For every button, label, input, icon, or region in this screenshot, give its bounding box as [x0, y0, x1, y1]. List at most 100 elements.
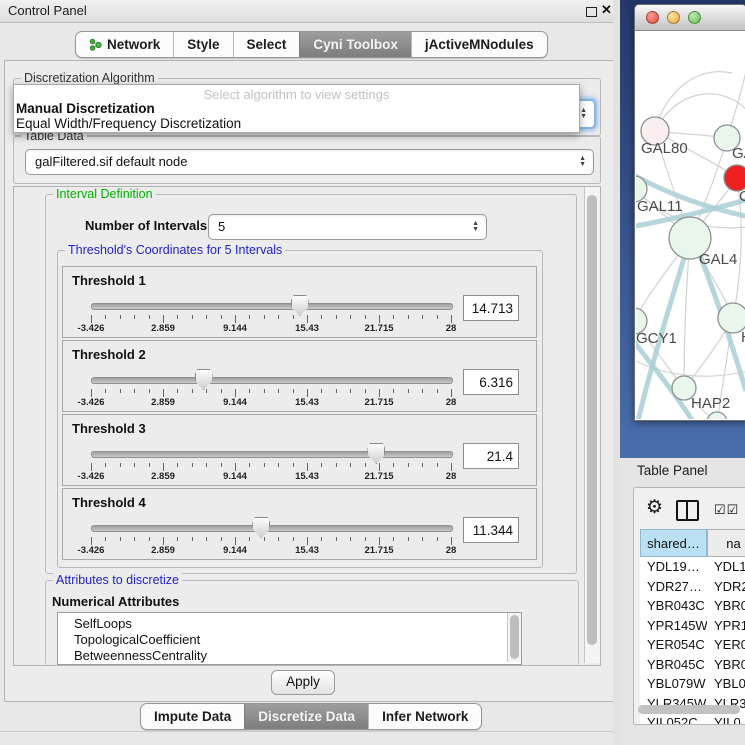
threshold-label: Threshold 4	[72, 495, 146, 510]
threshold-panel-2: Threshold 2 -3.4262.8599.14415.4321.71528…	[62, 340, 537, 412]
checked-box-icons[interactable]: ☑☑	[714, 502, 739, 518]
combo-stepper-icon: ▲▼	[472, 215, 479, 239]
tab-label: Discretize Data	[258, 709, 355, 724]
algorithm-group-title: Discretization Algorithm	[21, 71, 158, 85]
tab-infer-network[interactable]: Infer Network	[368, 704, 481, 729]
slider-track[interactable]	[91, 525, 453, 532]
threshold-value-field[interactable]: 21.4	[463, 443, 519, 469]
panel-title: Control Panel	[8, 3, 87, 18]
table-cell: YPR145W	[640, 616, 707, 636]
tab-label: Cyni Toolbox	[313, 37, 398, 52]
node-partial-right-label: H	[741, 329, 745, 346]
network-window-titlebar[interactable]	[635, 5, 745, 31]
slider-tick-labels: -3.4262.8599.14415.4321.71528	[91, 545, 451, 557]
float-window-icon[interactable]	[586, 7, 597, 17]
apply-button[interactable]: Apply	[271, 670, 335, 695]
table-cell: YER0	[707, 635, 745, 655]
threshold-label: Threshold 2	[72, 347, 146, 362]
tab-label: Infer Network	[382, 709, 468, 724]
tab-label: Select	[247, 37, 287, 52]
list-scrollbar[interactable]	[507, 613, 521, 662]
table-panel: ⚙ ☑☑ shared…naYDL19…YDL1YDR27…YDR2YBR043…	[633, 487, 745, 725]
column-header[interactable]: shared…	[640, 529, 707, 557]
tab-select[interactable]: Select	[233, 32, 300, 57]
attributes-group-title: Attributes to discretize	[53, 573, 182, 587]
tab-style[interactable]: Style	[173, 32, 232, 57]
numerical-attributes-list[interactable]: SelfLoopsTopologicalCoefficientBetweenne…	[57, 612, 522, 665]
number-of-intervals-value: 5	[218, 219, 225, 234]
table-panel-title: Table Panel	[637, 463, 708, 478]
gear-icon[interactable]: ⚙	[646, 496, 663, 519]
table-row[interactable]: YBR045CYBR0	[640, 655, 745, 675]
slider-thumb[interactable]	[367, 443, 385, 464]
vertical-scrollbar[interactable]	[584, 187, 600, 663]
zoom-traffic-light-icon[interactable]	[688, 11, 701, 24]
tab-label: jActiveMNodules	[425, 37, 534, 52]
interval-definition-title: Interval Definition	[53, 187, 156, 201]
number-of-intervals-label: Number of Intervals	[85, 218, 207, 233]
threshold-panel-4: Threshold 4 -3.4262.8599.14415.4321.71528…	[62, 488, 537, 560]
network-canvas[interactable]: GAL80GACGAL11GAL4GCY1HHAP2	[636, 31, 745, 419]
table-data-combo[interactable]: galFiltered.sif default node ▲▼	[25, 149, 594, 175]
slider-thumb[interactable]	[195, 369, 213, 390]
node-gal4-label: GAL4	[699, 251, 737, 268]
attribute-item[interactable]: TopologicalCoefficient	[58, 632, 521, 648]
threshold-label: Threshold 1	[72, 273, 146, 288]
table-cell: YBL0	[707, 674, 745, 694]
table-cell: YDL19…	[640, 557, 707, 577]
table-data-combo-value: galFiltered.sif default node	[35, 154, 187, 169]
minimize-traffic-light-icon[interactable]	[667, 11, 680, 24]
slider-tick-labels: -3.4262.8599.14415.4321.71528	[91, 397, 451, 409]
column-header[interactable]: na	[707, 529, 745, 557]
slider-tick-labels: -3.4262.8599.14415.4321.71528	[91, 471, 451, 483]
network-graph: GAL80GACGAL11GAL4GCY1HHAP2	[636, 31, 745, 419]
node-selected-red-label: C	[739, 188, 745, 205]
node-partial-bottom[interactable]	[707, 412, 727, 419]
tab-label: Network	[107, 37, 160, 52]
table-header-row: shared…na	[640, 529, 745, 557]
slider-track[interactable]	[91, 303, 453, 310]
menu-item-manual-discretization[interactable]: Manual Discretization	[16, 101, 155, 116]
tab-discretize-data[interactable]: Discretize Data	[244, 704, 368, 729]
table-row[interactable]: YPR145WYPR1	[640, 616, 745, 636]
attribute-item[interactable]: BetweennessCentrality	[58, 648, 521, 664]
tab-impute-data[interactable]: Impute Data	[141, 704, 244, 729]
attribute-item[interactable]: SelfLoops	[58, 616, 521, 632]
table-row[interactable]: YDL19…YDL1	[640, 557, 745, 577]
slider-ticks	[91, 315, 451, 323]
table-row[interactable]: YBL079WYBL0	[640, 674, 745, 694]
tab-network[interactable]: Network	[76, 32, 173, 57]
node-gal11-label: GAL11	[637, 198, 683, 215]
horizontal-scrollbar[interactable]	[638, 704, 742, 715]
threshold-value-field[interactable]: 11.344	[463, 517, 519, 543]
table-row[interactable]: YER054CYER0	[640, 635, 745, 655]
menu-item-equal-width-frequency[interactable]: Equal Width/Frequency Discretization	[16, 116, 241, 131]
threshold-value-field[interactable]: 14.713	[463, 295, 519, 321]
tab-jactivemnodules[interactable]: jActiveMNodules	[411, 32, 547, 57]
number-of-intervals-combo[interactable]: 5 ▲▼	[208, 214, 487, 240]
hscroll-thumb[interactable]	[638, 705, 740, 714]
slider-track[interactable]	[91, 451, 453, 458]
slider-thumb[interactable]	[252, 517, 270, 538]
table-cell: YBL079W	[640, 674, 707, 694]
table-row[interactable]: YBR043CYBR0	[640, 596, 745, 616]
threshold-label: Threshold 3	[72, 421, 146, 436]
list-scrollbar-thumb[interactable]	[510, 615, 519, 659]
thresholds-group-title: Threshold's Coordinates for 5 Intervals	[65, 243, 285, 257]
slider-thumb[interactable]	[291, 295, 309, 316]
slider-tick-labels: -3.4262.8599.14415.4321.71528	[91, 323, 451, 335]
node-table: shared…naYDL19…YDL1YDR27…YDR2YBR043CYBR0…	[640, 529, 745, 725]
close-icon[interactable]: ✕	[601, 2, 612, 18]
split-columns-icon[interactable]	[676, 500, 699, 521]
network-window[interactable]: GAL80GACGAL11GAL4GCY1HHAP2	[634, 4, 745, 421]
footer-divider	[0, 731, 620, 732]
cyni-mode-tabs: Impute Data Discretize Data Infer Network	[140, 703, 482, 730]
table-row[interactable]: YDR27…YDR2	[640, 577, 745, 597]
scrollbar-thumb[interactable]	[587, 195, 597, 645]
tab-cyni-toolbox[interactable]: Cyni Toolbox	[299, 32, 411, 57]
slider-ticks	[91, 389, 451, 397]
threshold-value-field[interactable]: 6.316	[463, 369, 519, 395]
close-traffic-light-icon[interactable]	[646, 11, 659, 24]
combo-stepper-icon: ▲▼	[579, 150, 586, 174]
slider-track[interactable]	[91, 377, 453, 384]
